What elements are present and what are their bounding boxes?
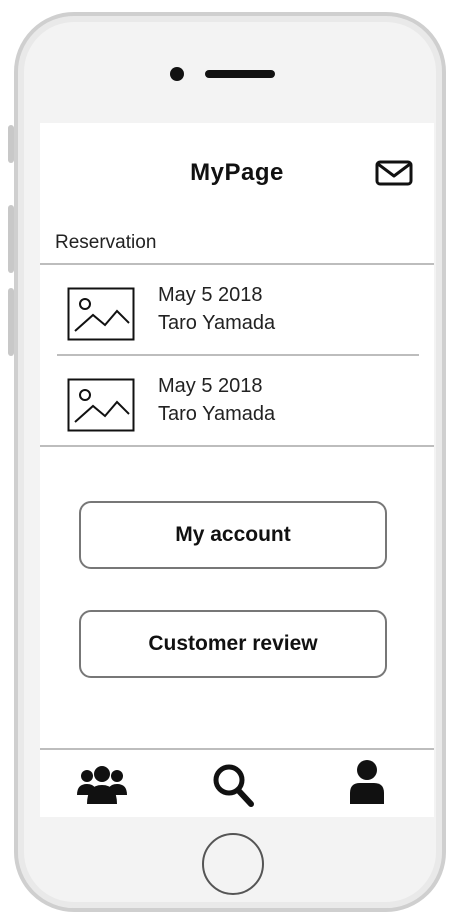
earpiece-speaker: [205, 70, 275, 78]
app-screen: MyPage Reservation May 5 2018 Taro Yamad…: [40, 123, 434, 817]
reservation-item[interactable]: May 5 2018 Taro Yamada: [40, 265, 434, 353]
reservation-date: May 5 2018: [158, 375, 263, 397]
volume-down-button: [8, 288, 14, 356]
section-divider: [40, 445, 434, 447]
search-icon[interactable]: [211, 763, 255, 807]
image-placeholder-icon: [67, 287, 135, 341]
home-button[interactable]: [202, 833, 264, 895]
reservation-details: May 5 2018 Taro Yamada: [158, 372, 275, 428]
my-account-button[interactable]: My account: [79, 501, 387, 569]
envelope-icon[interactable]: [375, 160, 413, 186]
tabbar-divider: [40, 748, 434, 750]
reservation-name: Taro Yamada: [158, 312, 276, 334]
reservation-label: Reservation: [55, 232, 157, 253]
customer-review-button[interactable]: Customer review: [79, 610, 387, 678]
reservation-date: May 5 2018: [158, 284, 263, 306]
reservation-item[interactable]: May 5 2018 Taro Yamada: [40, 356, 434, 444]
image-placeholder-icon: [67, 378, 135, 432]
reservation-details: May 5 2018 Taro Yamada: [158, 281, 275, 337]
users-group-icon[interactable]: [76, 763, 128, 805]
user-profile-icon[interactable]: [348, 759, 386, 805]
reservation-name: Taro Yamada: [158, 403, 276, 425]
mute-switch: [8, 125, 14, 163]
front-camera: [170, 67, 184, 81]
volume-up-button: [8, 205, 14, 273]
